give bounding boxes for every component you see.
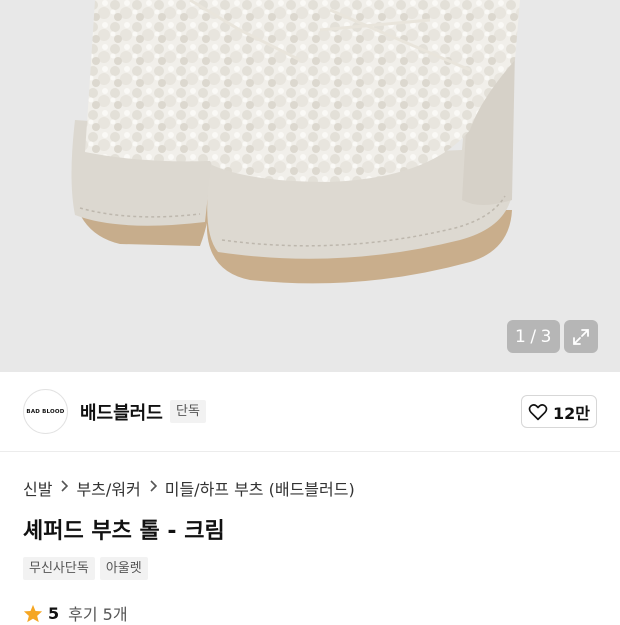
review-count-link[interactable]: 후기 5개 <box>68 601 127 625</box>
product-title: 셰퍼드 부츠 톨 - 크림 <box>23 519 225 544</box>
gallery-current-page: 1 <box>515 326 527 347</box>
chevron-right-icon <box>149 480 157 496</box>
product-rating[interactable]: 5 후기 5개 <box>23 601 128 625</box>
heart-outline-icon <box>528 403 548 420</box>
brand-logo[interactable]: BAD BLOOD <box>23 389 68 434</box>
expand-arrows-icon <box>573 328 589 345</box>
gallery-page-separator: / <box>530 326 537 347</box>
breadcrumb-item-boots[interactable]: 부츠/워커 <box>76 476 140 500</box>
tag-musinsa-exclusive: 무신사단독 <box>23 557 95 580</box>
brand-exclusive-badge: 단독 <box>170 400 206 423</box>
chevron-right-icon <box>60 480 69 496</box>
breadcrumb: 신발 부츠/워커 미들/하프 부츠 (배드블러드) <box>23 476 355 500</box>
breadcrumb-item-mid-boots[interactable]: 미들/하프 부츠 (배드블러드) <box>165 476 355 500</box>
expand-gallery-button[interactable] <box>564 320 598 353</box>
product-tags: 무신사단독 아울렛 <box>23 557 148 580</box>
brand-logo-text: BAD BLOOD <box>26 408 65 415</box>
product-photo <box>0 0 620 372</box>
brand-like-count: 12만 <box>553 403 590 423</box>
brand-like-button[interactable]: 12만 <box>521 395 597 428</box>
gallery-total-pages: 3 <box>540 326 552 347</box>
brand-row: BAD BLOOD 배드블러드 단독 12만 <box>0 372 620 452</box>
breadcrumb-item-shoes[interactable]: 신발 <box>23 476 52 500</box>
brand-name[interactable]: 배드블러드 <box>80 399 163 425</box>
product-image-gallery[interactable]: 1 / 3 <box>0 0 620 372</box>
tag-outlet: 아울렛 <box>99 557 148 580</box>
gallery-page-indicator: 1 / 3 <box>507 320 560 353</box>
